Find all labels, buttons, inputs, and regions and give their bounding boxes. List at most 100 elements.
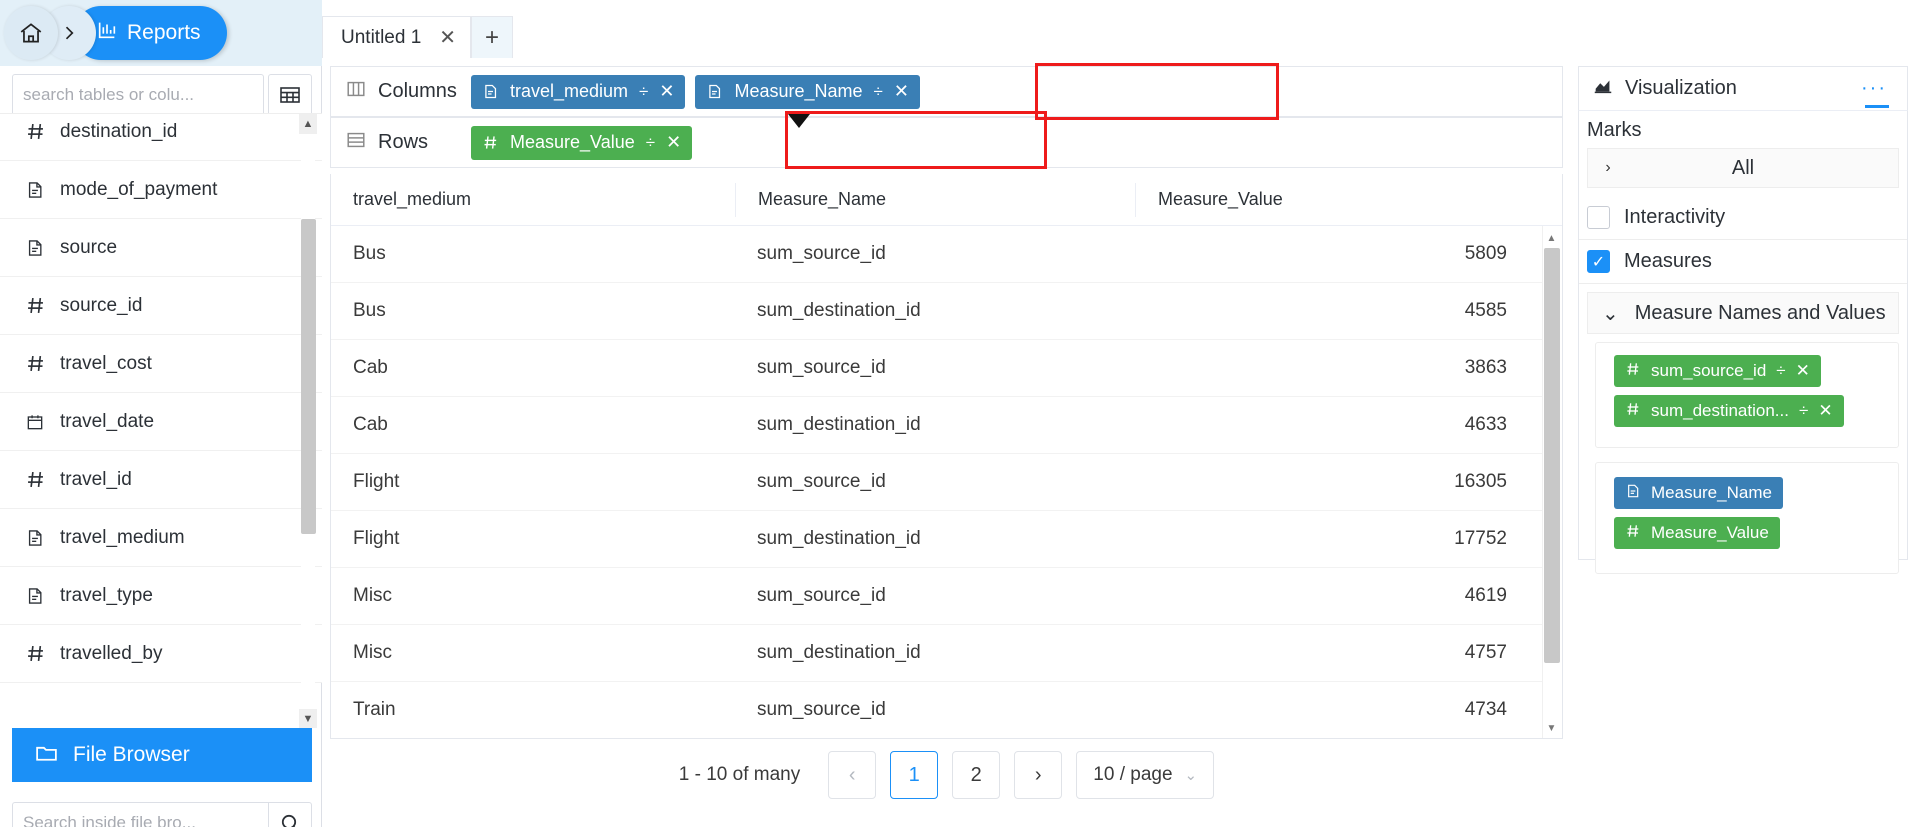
pill-label: sum_destination... (1651, 401, 1789, 420)
file-browser-search-input[interactable]: Search inside file bro... (12, 802, 268, 827)
close-icon[interactable]: ✕ (439, 25, 456, 50)
text-field-icon (24, 180, 46, 200)
pagination-next-button[interactable]: › (1014, 751, 1063, 799)
file-browser-search-row: Search inside file bro... (12, 802, 312, 827)
table-cell: Misc (353, 585, 393, 606)
table-cell: 5809 (1464, 243, 1507, 264)
close-icon[interactable]: ✕ (666, 132, 681, 153)
table-row[interactable]: Misc sum_destination_id 4757 (331, 625, 1562, 682)
table-row[interactable]: Bus sum_destination_id 4585 (331, 283, 1562, 340)
shelf-columns: Columns travel_medium ÷ ✕ Measure_Name ÷… (330, 66, 1563, 117)
folder-icon (34, 740, 59, 771)
checkbox-interactivity[interactable]: Interactivity (1579, 196, 1907, 240)
page-size-select[interactable]: 10 / page ⌄ (1076, 751, 1215, 799)
close-icon[interactable]: ✕ (1796, 361, 1810, 381)
viz-menu-button[interactable]: ··· (1861, 77, 1887, 100)
table-cell: Misc (353, 642, 393, 663)
pill-measure-name-right[interactable]: Measure_Name (1614, 477, 1783, 509)
shelf-label-text: Rows (378, 131, 429, 153)
pagination-prev-button[interactable]: ‹ (828, 751, 877, 799)
table-scroll-thumb[interactable] (1544, 248, 1560, 663)
center-panel: Untitled 1 ✕ + Columns travel_medium ÷ ✕… (322, 0, 1571, 827)
close-icon[interactable]: ✕ (894, 81, 909, 102)
pagination-page-2[interactable]: 2 (952, 751, 1001, 799)
scroll-down-icon[interactable]: ▼ (1542, 719, 1561, 737)
close-icon[interactable]: ✕ (659, 81, 674, 102)
field-item[interactable]: travel_date (0, 393, 322, 451)
pill-travel-medium[interactable]: travel_medium ÷ ✕ (471, 74, 686, 109)
aggregate-icon[interactable]: ÷ (1799, 401, 1808, 421)
field-label: travel_cost (60, 352, 152, 374)
pill-measure-value-right[interactable]: Measure_Value (1614, 517, 1780, 549)
number-field-icon (24, 469, 46, 490)
table-cell: Cab (353, 414, 388, 435)
text-field-icon (1625, 483, 1641, 504)
number-field-icon (24, 643, 46, 664)
text-field-icon (706, 83, 723, 100)
sidebar-item-file-browser[interactable]: File Browser (12, 728, 312, 782)
shelf-columns-label: Columns (331, 78, 471, 106)
table-cell: Train (353, 699, 396, 720)
field-item[interactable]: mode_of_payment (0, 161, 322, 219)
table-row[interactable]: Train sum_source_id 4734 (331, 682, 1562, 738)
field-item[interactable]: destination_id (0, 114, 322, 161)
column-header-measure-value[interactable]: Measure_Value (1135, 182, 1535, 217)
field-item[interactable]: source (0, 219, 322, 277)
pill-sum-source-id[interactable]: sum_source_id ÷ ✕ (1614, 355, 1821, 387)
measures-label: Measures (1624, 250, 1712, 272)
text-field-icon (24, 586, 46, 606)
marks-all-row[interactable]: › All (1587, 148, 1899, 188)
pill-measure-value[interactable]: Measure_Value ÷ ✕ (471, 125, 693, 160)
table-cell: sum_destination_id (757, 300, 921, 321)
home-icon[interactable] (4, 6, 58, 60)
table-row[interactable]: Cab sum_destination_id 4633 (331, 397, 1562, 454)
checkbox-icon[interactable]: ✓ (1587, 250, 1610, 273)
table-cell: 4633 (1464, 414, 1507, 435)
marks-panel: Marks › All Interactivity ✓ Measures ⌄ M… (1578, 110, 1908, 574)
table-row[interactable]: Flight sum_destination_id 17752 (331, 511, 1562, 568)
page-size-label: 10 / page (1093, 764, 1173, 785)
search-input[interactable]: search tables or colu... (12, 74, 264, 116)
shelf-rows: Rows Measure_Value ÷ ✕ (330, 117, 1563, 168)
pill-measure-name[interactable]: Measure_Name ÷ ✕ (695, 74, 920, 109)
table-row[interactable]: Cab sum_source_id 3863 (331, 340, 1562, 397)
aggregate-icon[interactable]: ÷ (1776, 361, 1785, 381)
aggregate-icon[interactable]: ÷ (874, 82, 883, 102)
table-row[interactable]: Bus sum_source_id 5809 (331, 226, 1562, 283)
field-item[interactable]: travel_id (0, 451, 322, 509)
aggregate-icon[interactable]: ÷ (646, 133, 655, 153)
field-item[interactable]: travel_cost (0, 335, 322, 393)
pagination-page-1[interactable]: 1 (890, 751, 939, 799)
table-row[interactable]: Flight sum_source_id 16305 (331, 454, 1562, 511)
checkbox-measures[interactable]: ✓ Measures (1579, 240, 1907, 284)
scroll-up-icon[interactable]: ▲ (299, 114, 317, 134)
field-item[interactable]: travel_type (0, 567, 322, 625)
column-header-measure-name[interactable]: Measure_Name (735, 182, 1135, 217)
field-item[interactable]: travelled_by (0, 625, 322, 683)
scroll-up-icon[interactable]: ▲ (1542, 229, 1561, 247)
aggregate-icon[interactable]: ÷ (639, 82, 648, 102)
close-icon[interactable]: ✕ (1818, 401, 1832, 421)
field-item[interactable]: source_id (0, 277, 322, 335)
table-cell: 16305 (1454, 471, 1507, 492)
tab-untitled-1[interactable]: Untitled 1 ✕ (322, 16, 472, 58)
measure-names-and-values-header[interactable]: ⌄ Measure Names and Values (1587, 292, 1899, 334)
field-item[interactable]: travel_medium (0, 509, 322, 567)
table-row[interactable]: Misc sum_source_id 4619 (331, 568, 1562, 625)
column-header-travel-medium[interactable]: travel_medium (331, 183, 735, 217)
search-icon[interactable] (268, 802, 312, 827)
table-cell: 4734 (1464, 699, 1507, 720)
breadcrumb-item-reports[interactable]: Reports (74, 6, 227, 60)
left-panel: search tables or colu... destination_id m… (0, 66, 322, 827)
add-tab-button[interactable]: + (471, 16, 514, 58)
chevron-down-icon: ⌄ (1184, 767, 1198, 784)
checkbox-icon[interactable] (1587, 206, 1610, 229)
marks-label: Marks (1587, 119, 1642, 141)
scroll-down-icon[interactable]: ▼ (299, 709, 317, 728)
pill-label: Measure_Name (734, 81, 863, 101)
table-grid-icon[interactable] (268, 74, 312, 116)
field-list-scroll-thumb[interactable] (301, 219, 316, 534)
pill-sum-destination-id[interactable]: sum_destination... ÷ ✕ (1614, 395, 1844, 427)
visualization-header: Visualization ··· (1578, 66, 1908, 110)
data-table: travel_medium Measure_Name Measure_Value… (330, 174, 1563, 739)
